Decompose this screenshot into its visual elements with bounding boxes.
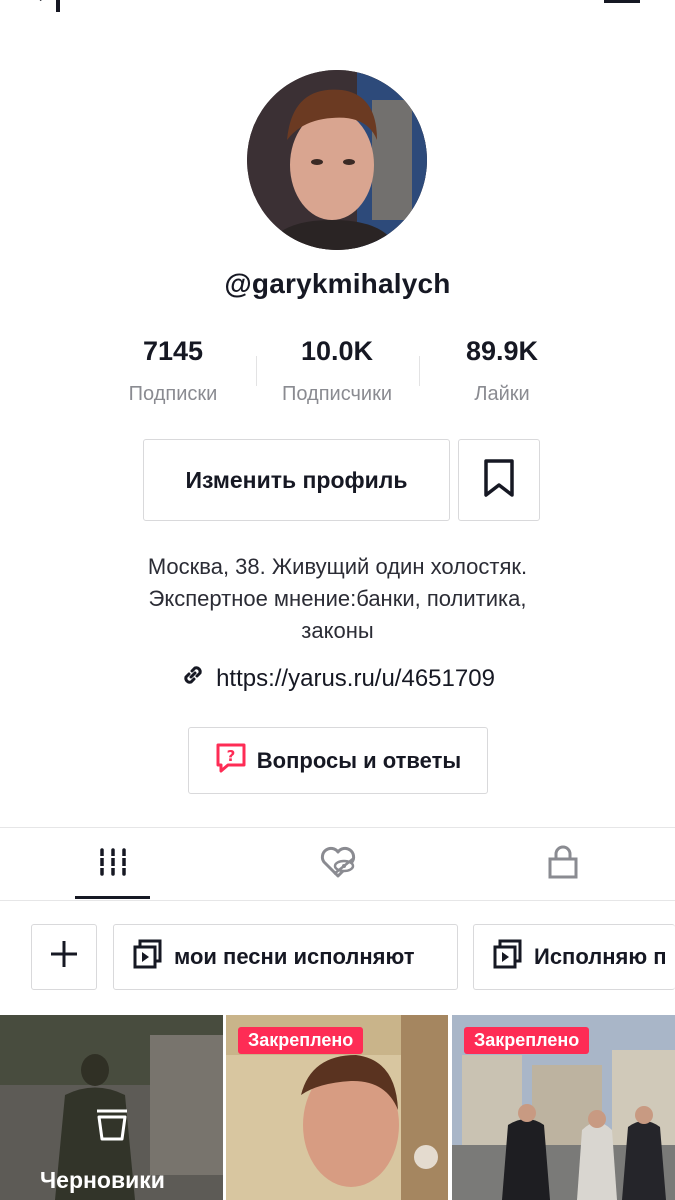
bookmark-icon xyxy=(482,458,516,503)
stat-following-value: 7145 xyxy=(142,336,204,366)
tab-liked[interactable] xyxy=(225,828,450,900)
qa-button[interactable]: ? Вопросы и ответы xyxy=(188,727,488,794)
pinned-badge: Закреплено xyxy=(238,1027,364,1054)
tabs-bottom-divider xyxy=(0,900,675,901)
profile-link[interactable]: https://yarus.ru/u/4651709 xyxy=(0,662,675,695)
profile-bio: Москва, 38. Живущий один холостяк. Экспе… xyxy=(60,551,615,647)
profile-link-text: https://yarus.ru/u/4651709 xyxy=(216,664,495,692)
qa-button-label: Вопросы и ответы xyxy=(256,747,462,773)
tab-videos[interactable] xyxy=(0,828,225,900)
bio-line: законы xyxy=(301,618,374,643)
add-playlist-button[interactable] xyxy=(31,924,97,990)
grid-icon xyxy=(97,847,128,882)
stat-likes-label: Лайки xyxy=(474,383,530,405)
menu-icon[interactable] xyxy=(604,0,644,11)
stat-followers-value: 10.0K xyxy=(300,336,374,366)
add-friend-icon[interactable] xyxy=(28,0,78,17)
playlist-chip[interactable]: Исполняю п xyxy=(473,924,675,990)
stat-followers-label: Подписчики xyxy=(281,383,393,405)
playlist-chip-label: мои песни исполняют xyxy=(174,944,415,969)
drafts-tile[interactable]: Черновики xyxy=(0,1015,223,1200)
stat-following[interactable]: 7145 Подписки xyxy=(93,336,253,406)
bio-line: Экспертное мнение:банки, политика, xyxy=(148,586,527,611)
stat-following-label: Подписки xyxy=(128,383,218,405)
playlist-chip[interactable]: мои песни исполняют xyxy=(113,924,458,990)
profile-username: @garykmihalych xyxy=(224,268,451,299)
trash-icon xyxy=(93,1105,131,1148)
video-tile[interactable]: Закреплено xyxy=(226,1015,448,1200)
question-icon: ? xyxy=(215,742,247,780)
plus-icon xyxy=(49,939,79,975)
edit-profile-button[interactable]: Изменить профиль xyxy=(143,439,450,521)
favorites-button[interactable] xyxy=(458,439,540,521)
playlist-icon xyxy=(132,938,164,976)
bio-line: Москва, 38. Живущий один холостяк. xyxy=(147,554,528,579)
stat-likes[interactable]: 89.9K Лайки xyxy=(422,336,582,406)
stat-likes-value: 89.9K xyxy=(465,336,539,366)
playlist-icon xyxy=(492,938,524,976)
video-tile[interactable]: Закреплено xyxy=(452,1015,675,1200)
stat-divider xyxy=(419,356,420,386)
active-tab-indicator xyxy=(75,896,150,899)
svg-text:?: ? xyxy=(226,747,235,765)
drafts-label: Черновики xyxy=(40,1167,165,1193)
stat-followers[interactable]: 10.0K Подписчики xyxy=(257,336,417,406)
playlist-chip-label: Исполняю п xyxy=(534,944,667,969)
liked-hidden-heart-icon xyxy=(318,844,358,885)
avatar[interactable] xyxy=(247,70,427,250)
pinned-badge: Закреплено xyxy=(464,1027,590,1054)
lock-icon xyxy=(547,844,579,885)
tab-private[interactable] xyxy=(450,828,675,900)
link-icon xyxy=(180,662,206,695)
